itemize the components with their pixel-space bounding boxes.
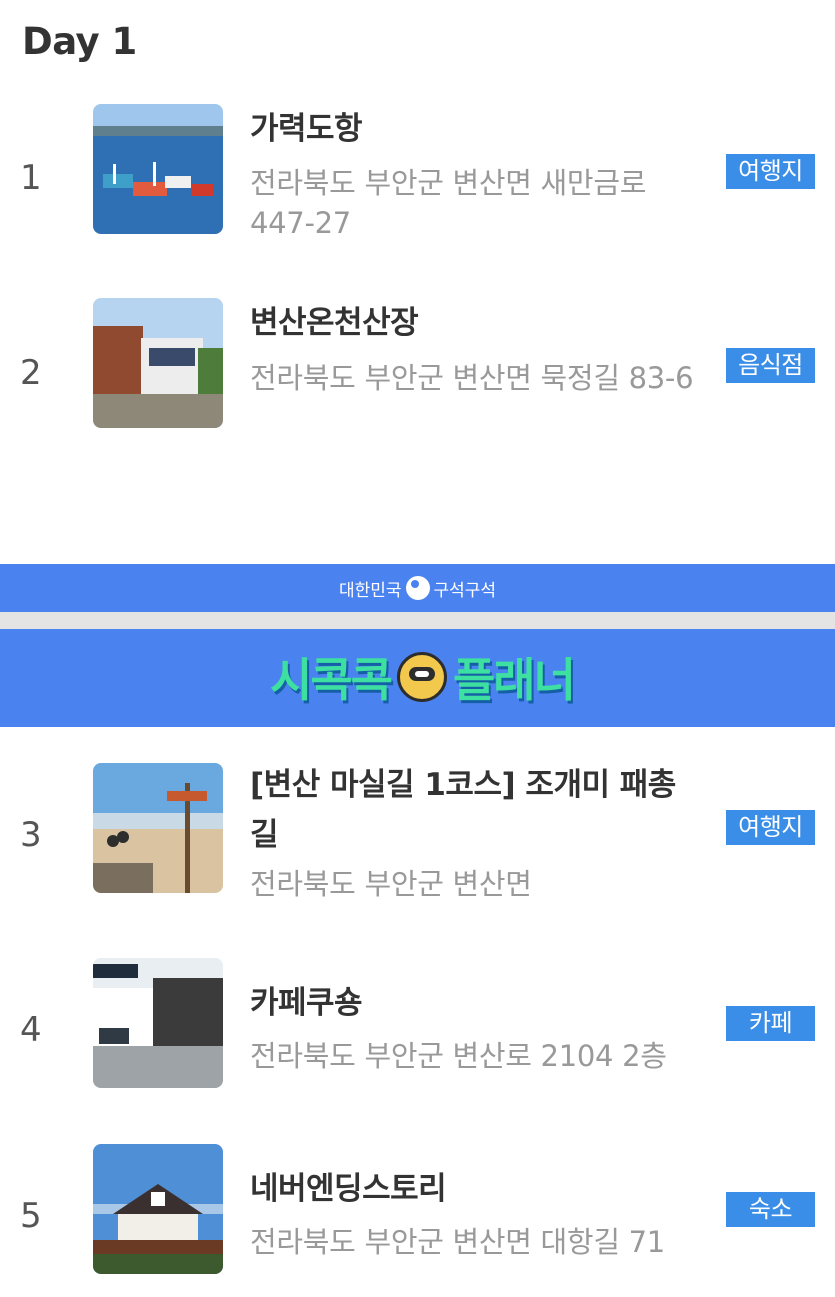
- item-address: 전라북도 부안군 변산면 새만금로 447-27: [250, 166, 647, 240]
- banner-top-left: 대한민국: [338, 580, 402, 601]
- day-title: Day 1: [22, 20, 137, 63]
- item-address: 전라북도 부안군 변산면 묵정길 83-6: [250, 361, 694, 395]
- item-address: 전라북도 부안군 변산로 2104 2층: [250, 1039, 667, 1073]
- item-name: [변산 마실길 1코스] 조개미 패총길: [250, 767, 676, 853]
- category-badge: 여행지: [726, 810, 815, 845]
- visitkorea-logo-icon: [405, 576, 430, 600]
- item-address: 전라북도 부안군 변산면 대항길 71: [250, 1225, 665, 1259]
- item-address: 전라북도 부안군 변산면: [250, 867, 532, 901]
- item-photo-cafe[interactable]: [93, 958, 223, 1088]
- category-badge: 숙소: [726, 1192, 815, 1227]
- banner-top-right: 구석구석: [433, 580, 497, 601]
- item-photo-harbor[interactable]: [93, 104, 223, 234]
- item-name: 가력도항: [250, 111, 363, 147]
- planner-logo: 시콕콕 플래너: [270, 644, 576, 710]
- item-photo-building[interactable]: [93, 298, 223, 428]
- planner-banner[interactable]: 시콕콕 플래너: [0, 629, 835, 727]
- logo-text-right: 플래너: [452, 653, 576, 707]
- item-index: 2: [20, 353, 42, 393]
- item-photo-beach[interactable]: [93, 763, 223, 893]
- category-badge: 카페: [726, 1006, 815, 1041]
- item-name: 카페쿠숑: [250, 985, 363, 1021]
- item-name: 변산온천산장: [250, 305, 419, 341]
- category-badge: 여행지: [726, 154, 815, 189]
- robot-icon: [396, 652, 447, 702]
- visitkorea-banner-top[interactable]: 대한민국 구석구석: [0, 564, 835, 612]
- item-index: 4: [20, 1010, 42, 1050]
- item-index: 3: [20, 815, 42, 855]
- logo-text-left: 시콕콕: [270, 653, 393, 707]
- item-index: 1: [20, 158, 42, 198]
- item-photo-pension[interactable]: [93, 1144, 223, 1274]
- item-index: 5: [20, 1196, 42, 1236]
- item-name: 네버엔딩스토리: [250, 1171, 447, 1207]
- category-badge: 음식점: [726, 348, 815, 383]
- banner-divider: [0, 612, 835, 629]
